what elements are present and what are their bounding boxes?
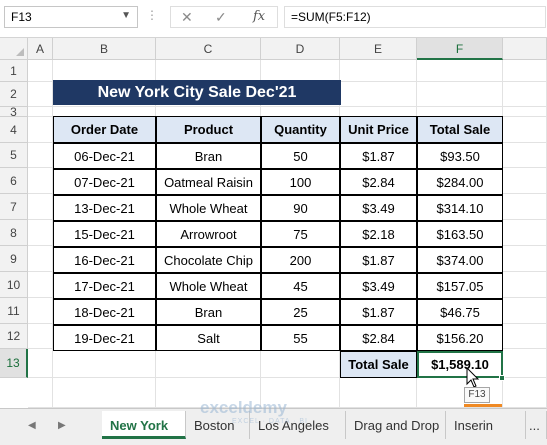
row-header-6[interactable]: 6 (0, 168, 28, 194)
row-header-11[interactable]: 11 (0, 298, 28, 324)
select-all-corner[interactable] (0, 38, 28, 60)
table-cell[interactable]: Oatmeal Raisin (156, 169, 261, 195)
row-header-9[interactable]: 9 (0, 246, 28, 272)
more-sheets-button[interactable]: ... (526, 411, 547, 439)
column-header-a[interactable]: A (28, 38, 53, 60)
gridline (28, 106, 547, 107)
column-header-c[interactable]: C (156, 38, 261, 60)
table-cell[interactable]: 13-Dec-21 (53, 195, 156, 221)
table-cell[interactable]: $46.75 (417, 299, 503, 325)
formula-actions: ✕ ✓ fx (170, 6, 278, 28)
worksheet-grid: ABCDEF 1 2 3 4 5 6 7 8 9 10 11 12 13 New York City S… (0, 38, 547, 408)
table-cell[interactable]: $3.49 (340, 195, 417, 221)
watermark-brand: exceldemy (200, 398, 287, 417)
table-cell[interactable]: $1.87 (340, 299, 417, 325)
table-cell[interactable]: 19-Dec-21 (53, 325, 156, 351)
table-header-quantity[interactable]: Quantity (261, 116, 340, 143)
scroll-tabs-left-icon[interactable]: ◀ (28, 420, 36, 431)
row-header-1[interactable]: 1 (0, 60, 28, 82)
table-cell[interactable]: 55 (261, 325, 340, 351)
table-cell[interactable]: 100 (261, 169, 340, 195)
table-cell[interactable]: 07-Dec-21 (53, 169, 156, 195)
sheet-tab-inserin[interactable]: Inserin (446, 411, 526, 439)
table-header-total-sale[interactable]: Total Sale (417, 116, 503, 143)
chevron-down-icon[interactable]: ▼ (121, 10, 131, 21)
sheet-title[interactable]: New York City Sale Dec'21 (53, 80, 341, 105)
table-cell[interactable]: $156.20 (417, 325, 503, 351)
table-cell[interactable]: Bran (156, 143, 261, 169)
sheet-tab-drag-and-drop[interactable]: Drag and Drop (346, 411, 446, 439)
table-cell[interactable]: Bran (156, 299, 261, 325)
table-header-product[interactable]: Product (156, 116, 261, 143)
table-cell[interactable]: 75 (261, 221, 340, 247)
table-cell[interactable]: 200 (261, 247, 340, 273)
table-cell[interactable]: Whole Wheat (156, 195, 261, 221)
table-cell[interactable]: Chocolate Chip (156, 247, 261, 273)
watermark-logo: exceldemy (200, 398, 287, 418)
table-cell[interactable]: 17-Dec-21 (53, 273, 156, 299)
cell-reference-tooltip: F13 (464, 387, 490, 403)
column-header-g[interactable] (503, 38, 547, 60)
insert-function-icon[interactable]: fx (253, 9, 265, 24)
table-cell[interactable]: $284.00 (417, 169, 503, 195)
table-cell[interactable]: 18-Dec-21 (53, 299, 156, 325)
table-cell[interactable]: 90 (261, 195, 340, 221)
close-icon[interactable]: ✕ (181, 9, 193, 26)
row-header-8[interactable]: 8 (0, 220, 28, 246)
table-cell[interactable]: $2.18 (340, 221, 417, 247)
scroll-tabs-right-icon[interactable]: ▶ (58, 420, 66, 431)
total-sale-value[interactable]: $1,589.10 (417, 351, 503, 378)
row-header-3[interactable]: 3 (0, 106, 28, 118)
name-box[interactable]: F13 ▼ (4, 6, 138, 28)
row-header-10[interactable]: 10 (0, 272, 28, 298)
table-cell[interactable]: 25 (261, 299, 340, 325)
cursor-icon (466, 367, 480, 388)
table-cell[interactable]: Arrowroot (156, 221, 261, 247)
table-cell[interactable]: $314.10 (417, 195, 503, 221)
formula-input[interactable]: =SUM(F5:F12) (284, 6, 546, 28)
formula-bar: F13 ▼ ⋮ ✕ ✓ fx =SUM(F5:F12) (0, 0, 547, 38)
table-cell[interactable]: 16-Dec-21 (53, 247, 156, 273)
watermark-tagline: EXCEL · DATA · BI (232, 418, 308, 425)
table-cell[interactable]: 15-Dec-21 (53, 221, 156, 247)
row-header-12[interactable]: 12 (0, 324, 28, 349)
table-cell[interactable]: Salt (156, 325, 261, 351)
table-cell[interactable]: $157.05 (417, 273, 503, 299)
tooltip-underline (464, 404, 502, 407)
row-header-4[interactable]: 4 (0, 117, 28, 143)
table-cell[interactable]: $163.50 (417, 221, 503, 247)
table-cell[interactable]: 50 (261, 143, 340, 169)
table-cell[interactable]: $2.84 (340, 325, 417, 351)
table-cell[interactable]: $3.49 (340, 273, 417, 299)
table-header-order-date[interactable]: Order Date (53, 116, 156, 143)
total-sale-label[interactable]: Total Sale (340, 351, 417, 378)
row-header-7[interactable]: 7 (0, 194, 28, 220)
table-cell[interactable]: Whole Wheat (156, 273, 261, 299)
table-header-unit-price[interactable]: Unit Price (340, 116, 417, 143)
check-icon[interactable]: ✓ (215, 9, 227, 26)
name-box-value: F13 (11, 10, 32, 24)
row-header-13[interactable]: 13 (0, 349, 28, 378)
table-cell[interactable]: $1.87 (340, 247, 417, 273)
column-header-d[interactable]: D (261, 38, 340, 60)
table-cell[interactable]: 45 (261, 273, 340, 299)
column-header-e[interactable]: E (340, 38, 417, 60)
column-header-b[interactable]: B (53, 38, 156, 60)
table-cell[interactable]: $1.87 (340, 143, 417, 169)
table-cell[interactable]: $93.50 (417, 143, 503, 169)
row-header-2[interactable]: 2 (0, 82, 28, 107)
table-cell[interactable]: $2.84 (340, 169, 417, 195)
table-cell[interactable]: $374.00 (417, 247, 503, 273)
sheet-tab-new-york[interactable]: New York (102, 411, 186, 439)
table-cell[interactable]: 06-Dec-21 (53, 143, 156, 169)
fill-handle[interactable] (499, 375, 505, 381)
row-header-5[interactable]: 5 (0, 143, 28, 168)
column-header-f[interactable]: F (417, 38, 503, 60)
more-options-icon[interactable]: ⋮ (146, 8, 158, 22)
select-all-icon (16, 48, 24, 56)
